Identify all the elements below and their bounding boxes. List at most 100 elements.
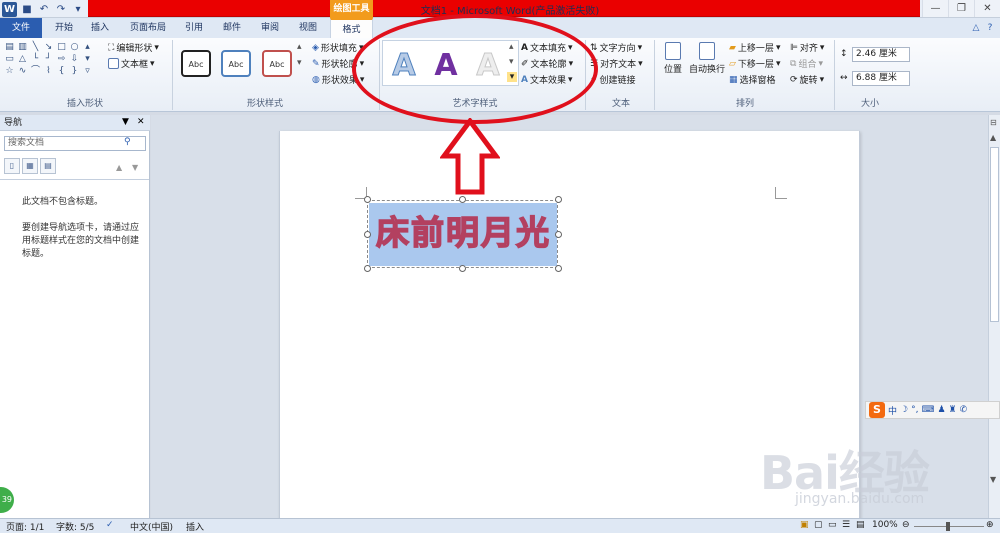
tab-review[interactable]: 审阅 xyxy=(254,18,286,38)
shape-fill-button[interactable]: ◈ 形状填充 ▾ xyxy=(312,41,363,55)
word-logo-icon[interactable]: W xyxy=(2,1,17,17)
shape-vtextbox-icon[interactable]: ▥ xyxy=(17,42,28,52)
shape-right-arrow-icon[interactable]: ⇨ xyxy=(56,54,67,64)
shapes-gallery[interactable]: ▤ ▥ ╲ ↘ □ ○ ▴ ▭ △ └ ┘ ⇨ ⇩ ▾ ☆ ∿ ⌒ ⌇ { } … xyxy=(4,42,99,76)
scroll-down-icon[interactable]: ▼ xyxy=(990,475,996,484)
collapse-ribbon-icon[interactable]: △ xyxy=(970,18,982,38)
pages-view-icon[interactable]: ▦ xyxy=(22,158,38,174)
zoom-slider-thumb[interactable] xyxy=(946,522,950,531)
close-button[interactable]: ✕ xyxy=(974,0,1000,17)
zoom-out-icon[interactable]: ⊖ xyxy=(902,520,910,530)
shape-arrow-line-icon[interactable]: ↘ xyxy=(43,42,54,52)
group-button[interactable]: ⧉ 组合 ▾ xyxy=(790,57,823,71)
shape-elbow-icon[interactable]: └ xyxy=(30,54,41,64)
draft-view-icon[interactable]: ▤ xyxy=(856,520,865,530)
web-layout-icon[interactable]: ▭ xyxy=(828,520,837,530)
proofing-icon[interactable]: ✓ xyxy=(106,520,114,530)
full-screen-icon[interactable]: ▢ xyxy=(814,520,823,530)
shape-arc-icon[interactable]: ⌒ xyxy=(30,66,41,76)
tab-mailings[interactable]: 邮件 xyxy=(216,18,248,38)
resize-handle-se[interactable] xyxy=(555,265,562,272)
bring-forward-button[interactable]: ▰ 上移一层 ▾ xyxy=(729,41,780,55)
shape-scroll-up-icon[interactable]: ▴ xyxy=(82,42,93,52)
shape-oval-icon[interactable]: ○ xyxy=(69,42,80,52)
position-button[interactable]: 位置 xyxy=(660,42,686,75)
shape-styles-scroll-icon[interactable]: ▴ xyxy=(297,42,302,52)
shape-freeform-icon[interactable]: ⌇ xyxy=(43,66,54,76)
shape-styles-scroll-down-icon[interactable]: ▾ xyxy=(297,58,302,68)
undo-icon[interactable]: ↶ xyxy=(37,2,51,16)
shape-more-icon[interactable]: ▿ xyxy=(82,66,93,76)
send-backward-button[interactable]: ▱ 下移一层 ▾ xyxy=(729,57,780,71)
ime-lang-label[interactable]: 中 xyxy=(888,404,897,417)
tab-references[interactable]: 引用 xyxy=(178,18,210,38)
search-icon[interactable]: ⚲ xyxy=(124,137,131,147)
shape-style-preset-3[interactable]: Abc xyxy=(262,50,292,77)
wrench-icon[interactable]: ✆ xyxy=(960,405,968,415)
shape-curve-icon[interactable]: ∿ xyxy=(17,66,28,76)
tab-file[interactable]: 文件 xyxy=(0,18,42,38)
tab-view[interactable]: 视图 xyxy=(292,18,324,38)
shape-brace-left-icon[interactable]: { xyxy=(56,66,67,76)
shape-style-preset-1[interactable]: Abc xyxy=(181,50,211,77)
tab-insert[interactable]: 插入 xyxy=(84,18,116,38)
redo-icon[interactable]: ↷ xyxy=(54,2,68,16)
shape-star-icon[interactable]: ☆ xyxy=(4,66,15,76)
shape-width-field[interactable]: 6.88 厘米 xyxy=(852,71,910,86)
resize-handle-sw[interactable] xyxy=(364,265,371,272)
scroll-thumb[interactable] xyxy=(990,147,999,322)
shape-line-icon[interactable]: ╲ xyxy=(30,42,41,52)
nav-options-icon[interactable]: ▼ xyxy=(122,117,129,127)
vertical-scrollbar[interactable]: ⊟ ▲ ▼ xyxy=(988,115,1000,518)
shape-brace-right-icon[interactable]: } xyxy=(69,66,80,76)
shape-scroll-down-icon[interactable]: ▾ xyxy=(82,54,93,64)
resize-handle-w[interactable] xyxy=(364,231,371,238)
text-direction-button[interactable]: ⇅ 文字方向 ▾ xyxy=(590,41,642,55)
selection-pane-button[interactable]: ▦ 选择窗格 xyxy=(729,73,776,87)
word-count[interactable]: 字数: 5/5 xyxy=(56,520,94,533)
resize-handle-s[interactable] xyxy=(459,265,466,272)
zoom-in-icon[interactable]: ⊕ xyxy=(986,520,994,530)
print-layout-icon[interactable]: ▣ xyxy=(800,520,809,530)
outline-view-icon[interactable]: ☰ xyxy=(842,520,850,530)
save-icon[interactable]: ■ xyxy=(20,2,34,16)
align-button[interactable]: ⊫ 对齐 ▾ xyxy=(790,41,824,55)
resize-handle-nw[interactable] xyxy=(364,196,371,203)
language-indicator[interactable]: 中文(中国) xyxy=(130,520,173,533)
shape-roundrect-icon[interactable]: ▭ xyxy=(4,54,15,64)
results-view-icon[interactable]: ▤ xyxy=(40,158,56,174)
tab-format[interactable]: 格式 xyxy=(330,18,373,38)
prev-result-icon[interactable]: ▲ xyxy=(116,163,122,172)
keyboard-icon[interactable]: ⌨ xyxy=(921,405,934,415)
punct-icon[interactable]: °, xyxy=(911,405,918,415)
zoom-level[interactable]: 100% xyxy=(872,520,898,530)
shape-elbow2-icon[interactable]: ┘ xyxy=(43,54,54,64)
sogou-ime-icon[interactable]: S xyxy=(869,402,885,418)
tab-home[interactable]: 开始 xyxy=(48,18,80,38)
ruler-toggle-icon[interactable]: ⊟ xyxy=(990,118,997,127)
minimize-button[interactable]: — xyxy=(922,0,948,17)
nav-close-icon[interactable]: ✕ xyxy=(137,117,145,127)
resize-handle-e[interactable] xyxy=(555,231,562,238)
shape-rect-icon[interactable]: □ xyxy=(56,42,67,52)
wordart-text[interactable]: 床前明月光 xyxy=(375,210,551,256)
rotate-button[interactable]: ⟳ 旋转 ▾ xyxy=(790,73,824,87)
moon-icon[interactable]: ☽ xyxy=(900,405,908,415)
scroll-up-icon[interactable]: ▲ xyxy=(990,133,996,142)
headings-view-icon[interactable]: ▯ xyxy=(4,158,20,174)
help-icon[interactable]: ? xyxy=(984,18,996,38)
wrap-text-button[interactable]: 自动换行 xyxy=(689,42,725,75)
resize-handle-ne[interactable] xyxy=(555,196,562,203)
skin-icon[interactable]: ♜ xyxy=(949,405,957,415)
shape-triangle-icon[interactable]: △ xyxy=(17,54,28,64)
tab-page-layout[interactable]: 页面布局 xyxy=(124,18,172,38)
user-icon[interactable]: ♟ xyxy=(937,405,945,415)
shape-height-field[interactable]: 2.46 厘米 xyxy=(852,47,910,62)
insert-mode[interactable]: 插入 xyxy=(186,520,204,533)
shape-down-arrow-icon[interactable]: ⇩ xyxy=(69,54,80,64)
page-count[interactable]: 页面: 1/1 xyxy=(6,520,44,533)
shape-textbox-icon[interactable]: ▤ xyxy=(4,42,15,52)
restore-button[interactable]: ❐ xyxy=(948,0,974,17)
edit-shape-button[interactable]: ⛶ 编辑形状 ▾ xyxy=(108,41,159,55)
resize-handle-n[interactable] xyxy=(459,196,466,203)
